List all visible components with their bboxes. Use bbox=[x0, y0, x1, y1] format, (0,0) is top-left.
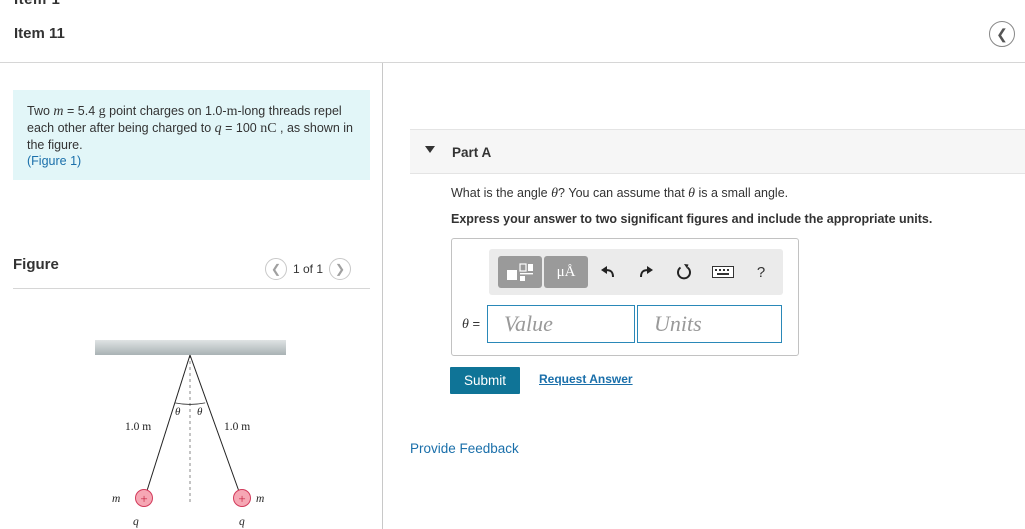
keyboard-icon bbox=[712, 266, 734, 278]
figure-heading: Figure bbox=[13, 256, 59, 273]
right-mass-label: m bbox=[256, 493, 264, 505]
ceiling-bar bbox=[95, 340, 286, 355]
figure-divider bbox=[13, 288, 370, 289]
left-length-label: 1.0 m bbox=[125, 421, 151, 433]
undo-icon bbox=[601, 266, 614, 278]
redo-button[interactable] bbox=[635, 262, 657, 282]
problem-text: point charges on 1.0- bbox=[105, 104, 227, 118]
next-figure-button[interactable]: ❯ bbox=[329, 258, 352, 280]
provide-feedback-link[interactable]: Provide Feedback bbox=[410, 441, 519, 456]
clipped-item-title: Item 1 bbox=[14, 0, 60, 8]
theta-symbol: θ bbox=[551, 186, 558, 201]
pendulum-diagram: θ θ 1.0 m 1.0 m + + m m q q bbox=[95, 340, 286, 528]
theta-left-label: θ bbox=[175, 406, 181, 418]
part-label[interactable]: Part A bbox=[452, 145, 491, 160]
units-button[interactable]: μÅ bbox=[544, 256, 588, 288]
meter-unit: m bbox=[226, 104, 238, 119]
chevron-left-icon: ❮ bbox=[270, 262, 282, 276]
header-divider bbox=[0, 62, 1025, 63]
charge-symbol: q bbox=[214, 121, 222, 136]
item-title: Item 11 bbox=[14, 25, 65, 42]
left-thread bbox=[144, 354, 191, 498]
help-icon: ? bbox=[756, 263, 766, 281]
theta-symbol: θ bbox=[688, 186, 696, 201]
help-button[interactable]: ? bbox=[751, 262, 771, 282]
theta-equals-label: θ = bbox=[462, 316, 480, 333]
figure-page-count: 1 of 1 bbox=[293, 262, 324, 276]
figure-link[interactable]: (Figure 1) bbox=[27, 154, 81, 168]
pendulum-figure: θ θ 1.0 m 1.0 m + + m m q q bbox=[90, 335, 300, 529]
submit-button[interactable]: Submit bbox=[450, 367, 520, 394]
chevron-left-icon: ❮ bbox=[996, 25, 1008, 42]
right-length-label: 1.0 m bbox=[224, 421, 250, 433]
mass-symbol: m bbox=[53, 104, 64, 119]
figure-pager: ❮ 1 of 1 ❯ bbox=[265, 258, 352, 280]
theta-symbol: θ bbox=[462, 317, 469, 332]
left-charge-label: q bbox=[133, 516, 139, 528]
equals-sign: = bbox=[468, 316, 481, 331]
nanocoulomb-unit: nC bbox=[260, 121, 277, 136]
part-header[interactable] bbox=[410, 129, 1025, 174]
problem-text: Two bbox=[27, 104, 54, 118]
plus-icon: + bbox=[140, 491, 147, 506]
templates-button[interactable] bbox=[498, 256, 542, 288]
value-input[interactable] bbox=[487, 305, 635, 343]
problem-text: = 5.4 bbox=[63, 104, 99, 118]
right-charge-label: q bbox=[239, 516, 245, 528]
math-toolbar: μÅ ? bbox=[489, 249, 783, 295]
reset-button[interactable] bbox=[673, 261, 695, 283]
undo-button[interactable] bbox=[597, 262, 619, 282]
collapse-triangle-icon[interactable] bbox=[425, 146, 435, 153]
request-answer-link[interactable]: Request Answer bbox=[539, 372, 633, 386]
problem-text: = 100 bbox=[221, 121, 261, 135]
theta-right-label: θ bbox=[197, 406, 203, 418]
problem-statement: Two m = 5.4 g point charges on 1.0-m-lon… bbox=[13, 90, 370, 180]
units-symbol: μÅ bbox=[556, 263, 576, 280]
answer-instruction: Express your answer to two significant f… bbox=[451, 212, 933, 226]
left-mass-label: m bbox=[112, 493, 120, 505]
redo-icon bbox=[640, 266, 653, 278]
keyboard-button[interactable] bbox=[711, 264, 735, 280]
gram-unit: g bbox=[98, 104, 106, 119]
plus-icon: + bbox=[238, 491, 245, 506]
previous-item-button[interactable]: ❮ bbox=[989, 21, 1015, 47]
reset-icon bbox=[677, 264, 691, 280]
previous-figure-button[interactable]: ❮ bbox=[265, 258, 287, 280]
question-fragment: is a small angle. bbox=[695, 186, 789, 200]
question-text: What is the angle θ? You can assume that… bbox=[451, 186, 788, 202]
templates-icon bbox=[507, 263, 533, 281]
question-fragment: ? You can assume that bbox=[557, 186, 689, 200]
chevron-right-icon: ❯ bbox=[335, 262, 346, 276]
units-input[interactable] bbox=[637, 305, 782, 343]
question-fragment: What is the angle bbox=[451, 186, 552, 200]
column-divider bbox=[382, 63, 383, 529]
